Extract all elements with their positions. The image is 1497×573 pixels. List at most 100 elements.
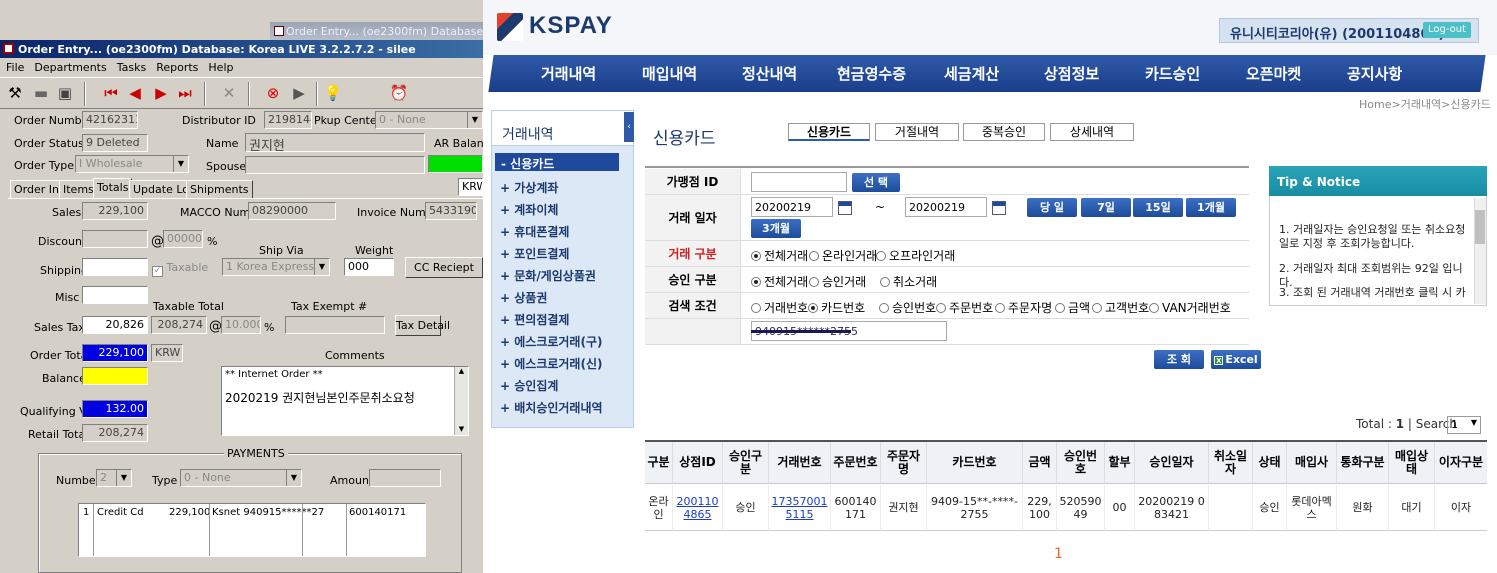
order-number-field[interactable]: 421623131 [82, 111, 138, 129]
merchant-id-input[interactable] [751, 172, 847, 192]
tab-duplicate[interactable]: 중복승인 [963, 123, 1045, 141]
sidebar-item-point-payment[interactable]: + 포인트결제 [500, 245, 569, 262]
calendar-icon[interactable] [992, 201, 1006, 215]
tip-scroll-thumb[interactable] [1475, 210, 1485, 244]
sales-field[interactable]: 229,100 [82, 202, 148, 220]
sidebar-item-credit-card[interactable]: - 신용카드 [495, 153, 619, 171]
chevron-down-icon[interactable]: ▼ [467, 112, 482, 128]
scrollbar[interactable]: ▲ ▼ [454, 367, 468, 435]
tab-totals[interactable]: Totals [93, 178, 133, 199]
search-by-card-radio[interactable]: 카드번호 [808, 299, 865, 316]
sidebar-item-culture-voucher[interactable]: + 문화/게임상품권 [500, 267, 596, 284]
balance-field[interactable] [82, 367, 148, 385]
chevron-down-icon[interactable]: ▼ [286, 470, 301, 486]
discount-field[interactable] [82, 230, 148, 248]
scroll-down-icon[interactable]: ▼ [455, 425, 468, 433]
cancel-icon[interactable]: ⊗ [262, 82, 284, 104]
retail-total-field[interactable]: 208,274 [82, 424, 148, 442]
nav-cash-receipt[interactable]: 현금영수증 [837, 63, 906, 84]
search-by-van-radio[interactable]: VAN거래번호 [1149, 299, 1231, 316]
pickup-center-select[interactable]: 0 - None ▼ [375, 111, 483, 129]
search-by-order-radio[interactable]: 주문번호 [936, 299, 993, 316]
search-by-customer-radio[interactable]: 고객번호 [1092, 299, 1149, 316]
kspay-logo[interactable]: KSPAY [497, 12, 613, 41]
chevron-down-icon[interactable]: ▼ [173, 156, 188, 172]
tax-exempt-field[interactable] [285, 316, 385, 334]
cell-store-id[interactable]: 2001104865 [673, 485, 723, 531]
tab-credit-card[interactable]: 신용카드 [788, 123, 870, 141]
tab-rejected[interactable]: 거절내역 [875, 123, 959, 141]
misc-field[interactable] [82, 286, 148, 304]
store-id-link[interactable]: 2001104865 [675, 495, 720, 521]
approval-cancelled-radio[interactable]: 취소거래 [880, 273, 937, 290]
menu-help[interactable]: Help [202, 59, 237, 74]
previous-record-icon[interactable]: ◀ [124, 82, 146, 104]
sidebar-item-escrow-old[interactable]: + 에스크로거래(구) [500, 333, 602, 350]
shipping-field[interactable] [82, 258, 148, 276]
search-by-amount-radio[interactable]: 금액 [1055, 299, 1090, 316]
background-window-title[interactable]: Order Entry... (oe2300fm) Database: Kore… [270, 22, 483, 42]
page-size-select[interactable]: 1 ▼ [1447, 416, 1481, 434]
nav-card-approval[interactable]: 카드승인 [1145, 63, 1200, 84]
currency-right-field[interactable]: KRW [458, 178, 483, 196]
nav-transactions[interactable]: 거래내역 [541, 63, 596, 84]
menu-tasks[interactable]: Tasks [111, 59, 150, 74]
sidebar-item-gift-card[interactable]: + 상품권 [500, 289, 547, 306]
date-to-input[interactable]: 20200219 [905, 197, 987, 217]
nav-settlement[interactable]: 정산내역 [742, 63, 797, 84]
tab-items[interactable]: Items [59, 180, 98, 198]
distributor-id-field[interactable]: 219814482 [264, 111, 312, 129]
approval-all-radio[interactable]: 전체거래 [751, 273, 808, 290]
spouse-field[interactable] [245, 156, 425, 174]
cell-transaction-no[interactable]: 173570015115 [769, 485, 831, 531]
payment-type-select[interactable]: 0 - None ▼ [180, 469, 302, 487]
1-month-button[interactable]: 1개월 [1186, 198, 1236, 217]
menu-departments[interactable]: Departments [28, 59, 110, 74]
exit-door-icon[interactable]: ▶ [288, 82, 310, 104]
tax-detail-button[interactable]: Tax Detail [395, 315, 450, 336]
invoice-number-field[interactable]: 5433190 [425, 202, 477, 220]
approval-approved-radio[interactable]: 승인거래 [809, 273, 866, 290]
menu-file[interactable]: File [0, 59, 28, 74]
sidebar-item-bank-transfer[interactable]: + 계좌이체 [500, 201, 558, 218]
sidebar-item-escrow-new[interactable]: + 에스크로거래(신) [500, 355, 602, 372]
search-button[interactable]: 조 회 [1154, 350, 1204, 369]
payment-number-select[interactable]: 2 ▼ [96, 469, 132, 487]
excel-button[interactable]: X Excel [1211, 350, 1261, 369]
sidebar-item-virtual-account[interactable]: + 가상계좌 [500, 179, 558, 196]
order-status-field[interactable]: 9 Deleted [82, 134, 148, 152]
search-by-approval-radio[interactable]: 승인번호 [879, 299, 936, 316]
type-online-radio[interactable]: 온라인거래 [809, 247, 877, 264]
order-total-field[interactable]: 229,100 [82, 344, 148, 362]
next-record-icon[interactable]: ▶ [150, 82, 172, 104]
sidebar-item-convenience-store[interactable]: + 편의점결제 [500, 311, 569, 328]
last-record-icon[interactable]: ⏭ [174, 82, 196, 104]
weight-field[interactable]: 000 [344, 258, 394, 276]
tab-shipments[interactable]: Shipments [186, 180, 253, 198]
scroll-up-icon[interactable]: ▲ [455, 367, 468, 375]
chevron-down-icon[interactable]: ▼ [116, 470, 131, 486]
calendar-icon[interactable] [838, 201, 852, 215]
type-offline-radio[interactable]: 오프라인거래 [876, 247, 955, 264]
macco-number-field[interactable]: 08290000 [248, 202, 336, 220]
nav-purchases[interactable]: 매입내역 [642, 63, 697, 84]
currency-field[interactable]: KRW [151, 344, 183, 362]
transaction-no-link[interactable]: 173570015115 [771, 495, 828, 521]
today-button[interactable]: 당 일 [1027, 198, 1077, 217]
search-by-transaction-radio[interactable]: 거래번호 [751, 299, 808, 316]
taxable-total-field[interactable]: 208,274 [151, 316, 207, 334]
tax-rate-field[interactable]: 10.00000 [221, 316, 261, 334]
print-icon[interactable]: ▬ [30, 82, 52, 104]
nav-tax-invoice[interactable]: 세금계산 [944, 63, 999, 84]
taxable-checkbox[interactable]: ✓ Taxable [152, 261, 208, 277]
ship-via-select[interactable]: 1 Korea Express ▼ [222, 258, 330, 276]
delete-icon[interactable]: ✕ [218, 82, 240, 104]
payment-amount-field[interactable] [369, 469, 441, 487]
15-days-button[interactable]: 15일 [1133, 198, 1183, 217]
sidebar-item-mobile-payment[interactable]: + 휴대폰결제 [500, 223, 569, 240]
3-months-button[interactable]: 3개월 [751, 219, 801, 238]
name-field[interactable]: 권지현 [245, 133, 425, 152]
logout-button[interactable]: Log-out [1423, 22, 1471, 38]
save-icon[interactable]: ▣ [54, 82, 76, 104]
type-all-radio[interactable]: 전체거래 [751, 247, 808, 264]
